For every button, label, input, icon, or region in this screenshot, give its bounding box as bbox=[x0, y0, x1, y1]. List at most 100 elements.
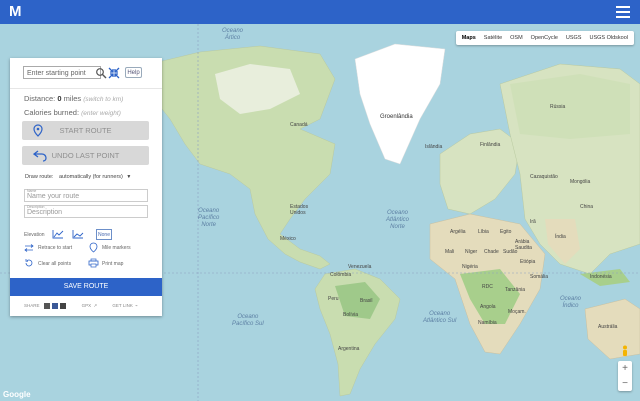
retrace-to-start-option[interactable]: Retrace to start bbox=[38, 245, 72, 251]
label-s-pacific: Oceano Pacífico Sul bbox=[232, 314, 264, 327]
label-chad: Chade bbox=[484, 249, 499, 255]
label-nigeria: Nigéria bbox=[462, 264, 478, 270]
label-somalia: Somália bbox=[530, 274, 549, 280]
distance-value: 0 bbox=[57, 94, 62, 103]
elevation-chart-icon[interactable] bbox=[52, 229, 64, 239]
maptype-usgs[interactable]: USGS bbox=[562, 35, 586, 41]
menu-icon[interactable] bbox=[616, 6, 630, 18]
label-australia: Austrália bbox=[598, 324, 618, 330]
starting-point-input[interactable]: Enter starting point bbox=[23, 66, 101, 79]
label-kaz: Cazaquistão bbox=[530, 174, 558, 180]
label-mali: Mali bbox=[445, 249, 455, 255]
label-venezuela: Venezuela bbox=[348, 264, 372, 270]
label-indian: Oceano Índico bbox=[560, 296, 582, 309]
label-argentina: Argentina bbox=[338, 346, 360, 352]
twitter-icon[interactable] bbox=[60, 303, 67, 309]
maptype-usgs-oldskool[interactable]: USGS Oldskool bbox=[585, 35, 632, 41]
route-name-placeholder: Name your route bbox=[27, 193, 80, 200]
calories-label: Calories burned: bbox=[24, 108, 80, 117]
draw-route-row[interactable]: Draw route: automatically (for runners) … bbox=[25, 174, 131, 180]
map-pin-icon bbox=[33, 124, 43, 137]
label-tanzania: Tanzânia bbox=[505, 287, 526, 293]
label-bolivia: Bolívia bbox=[343, 312, 359, 318]
pinterest-icon[interactable] bbox=[43, 303, 50, 309]
maptype-opencycle[interactable]: OpenCycle bbox=[527, 35, 562, 41]
label-namibia: Namíbia bbox=[478, 320, 497, 326]
mapmyroute-logo[interactable]: M bbox=[9, 4, 25, 20]
switch-to-km-link[interactable]: (switch to km) bbox=[83, 96, 123, 103]
label-peru: Peru bbox=[328, 296, 339, 302]
route-description-placeholder: Description bbox=[27, 209, 63, 216]
label-angola: Angola bbox=[480, 304, 496, 310]
search-icon[interactable] bbox=[95, 67, 107, 79]
collapse-arrows-icon[interactable] bbox=[107, 66, 121, 80]
distance-label: Distance: bbox=[24, 94, 56, 103]
zoom-control: + − bbox=[618, 361, 632, 391]
pegman-icon[interactable] bbox=[620, 345, 630, 357]
undo-last-point-button[interactable]: UNDO LAST POINT bbox=[22, 146, 149, 165]
map-type-selector: Maps Satélite OSM OpenCycle USGS USGS Ol… bbox=[455, 31, 634, 45]
draw-route-select[interactable]: automatically (for runners) bbox=[59, 174, 123, 180]
share-row: SHARE GPX ↗ GET LINK ⌁ bbox=[24, 303, 138, 309]
gpx-link[interactable]: GPX bbox=[82, 303, 92, 308]
mile-markers-option[interactable]: Mile markers bbox=[102, 245, 131, 251]
maptype-osm[interactable]: OSM bbox=[506, 35, 527, 41]
retrace-icon bbox=[24, 244, 34, 252]
enter-weight-link[interactable]: (enter weight) bbox=[81, 110, 121, 117]
elevation-label: Elevation bbox=[24, 232, 45, 238]
label-argelia: Argélia bbox=[450, 229, 466, 235]
distance-readout: Distance: 0 miles (switch to km) bbox=[24, 94, 123, 103]
label-egito: Egito bbox=[500, 229, 512, 235]
dropdown-caret-icon: ▼ bbox=[126, 174, 132, 180]
label-sudao: Sudão bbox=[503, 249, 518, 255]
undo-label: UNDO LAST POINT bbox=[51, 151, 120, 160]
elevation-area-icon[interactable] bbox=[72, 229, 84, 239]
start-route-button[interactable]: START ROUTE bbox=[22, 121, 149, 140]
zoom-in-button[interactable]: + bbox=[618, 361, 632, 376]
label-canada: Canadá bbox=[290, 122, 308, 128]
route-panel: Enter starting point Help Distance: 0 mi… bbox=[10, 58, 162, 316]
label-libia: Líbia bbox=[478, 229, 489, 235]
route-description-field[interactable]: Description Description bbox=[24, 205, 148, 218]
label-ethiopia: Etiópia bbox=[520, 259, 536, 265]
label-mongolia: Mongólia bbox=[570, 179, 591, 185]
external-link-icon: ↗ bbox=[93, 303, 98, 309]
label-n-pacific: Oceano Pacífico Norte bbox=[198, 208, 220, 228]
print-map-option[interactable]: Print map bbox=[102, 261, 123, 267]
label-sa: Arábia Saudita bbox=[515, 239, 532, 251]
print-icon bbox=[88, 258, 99, 268]
get-link-button[interactable]: GET LINK bbox=[112, 303, 132, 308]
label-s-atlantic: Oceano Atlântico Sul bbox=[423, 311, 457, 324]
label-mozambique: Moçam. bbox=[508, 309, 526, 315]
paperclip-icon: ⌁ bbox=[135, 303, 138, 309]
undo-icon bbox=[33, 150, 47, 162]
label-eua: Estados Unidos bbox=[290, 204, 309, 216]
share-label: SHARE bbox=[24, 303, 40, 309]
top-bar: M bbox=[0, 0, 640, 24]
label-india: Índia bbox=[555, 234, 566, 240]
save-route-button[interactable]: SAVE ROUTE bbox=[10, 278, 162, 296]
route-name-field[interactable]: Name Name your route bbox=[24, 189, 148, 202]
label-arctic: Oceano Ártico bbox=[222, 28, 244, 41]
label-n-atlantic: Oceano Atlântico Norte bbox=[386, 210, 410, 230]
maptype-maps[interactable]: Maps bbox=[458, 35, 480, 41]
maptype-satellite[interactable]: Satélite bbox=[480, 35, 506, 41]
elevation-none-button[interactable]: None bbox=[96, 229, 112, 240]
label-china: China bbox=[580, 204, 594, 210]
zoom-out-button[interactable]: − bbox=[618, 376, 632, 391]
help-button[interactable]: Help bbox=[125, 67, 142, 78]
clear-all-points-option[interactable]: Clear all points bbox=[38, 261, 71, 267]
label-finland: Finlândia bbox=[480, 142, 501, 148]
divider bbox=[10, 88, 162, 89]
google-logo: Google bbox=[3, 390, 31, 399]
label-mexico: México bbox=[280, 236, 296, 242]
label-congo: RDC bbox=[482, 284, 493, 290]
label-indonesia: Indonésia bbox=[590, 274, 612, 280]
label-islandia: Islândia bbox=[425, 144, 443, 150]
mile-marker-icon bbox=[89, 242, 98, 253]
label-iran: Irã bbox=[530, 219, 536, 225]
calories-readout: Calories burned: (enter weight) bbox=[24, 108, 121, 117]
label-brasil: Brasil bbox=[360, 298, 373, 304]
facebook-icon[interactable] bbox=[52, 303, 59, 309]
label-colombia: Colômbia bbox=[330, 272, 352, 278]
